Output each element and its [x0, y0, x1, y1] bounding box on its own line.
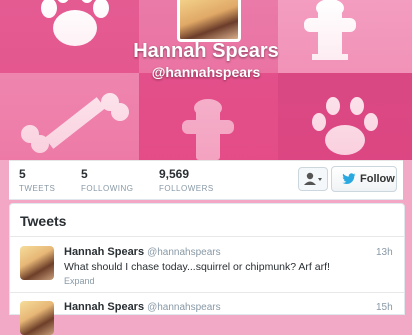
stat-value: 9,569 [159, 167, 190, 181]
tweet-avatar[interactable] [20, 246, 54, 280]
profile-avatar[interactable] [177, 0, 241, 42]
tweet-author[interactable]: Hannah Spears @hannahspears [64, 301, 221, 313]
profile-stats-bar: 5 TWEETS 5 FOLLOWING 9,569 FOLLOWERS Fol… [9, 160, 403, 200]
profile-handle: @hannahspears [151, 64, 261, 80]
stat-following[interactable]: 5 FOLLOWING [81, 167, 134, 193]
caret-down-icon [318, 178, 322, 181]
follow-button[interactable]: Follow [331, 166, 397, 192]
stat-value: 5 [19, 167, 26, 181]
follow-button-label: Follow [360, 173, 395, 185]
profile-name: Hannah Spears [133, 40, 279, 62]
stat-label: TWEETS [19, 184, 56, 193]
stat-followers[interactable]: 9,569 FOLLOWERS [159, 167, 214, 193]
twitter-bird-icon [342, 173, 356, 185]
divider [10, 236, 404, 237]
tweet-timestamp[interactable]: 13h [376, 247, 393, 258]
divider [10, 292, 404, 293]
tweet-author-handle: @hannahspears [147, 247, 221, 258]
tweet-author[interactable]: Hannah Spears @hannahspears [64, 246, 221, 258]
stat-label: FOLLOWERS [159, 184, 214, 193]
tweet-author-handle: @hannahspears [147, 302, 221, 313]
tweet-expand-link[interactable]: Expand [64, 276, 95, 286]
tweet-timestamp[interactable]: 15h [376, 302, 393, 313]
tweets-heading: Tweets [20, 213, 67, 229]
tweet-author-name: Hannah Spears [64, 246, 145, 258]
stat-tweets[interactable]: 5 TWEETS [19, 167, 55, 193]
profile-header: Hannah Spears @hannahspears [0, 0, 412, 160]
tweet-text: What should I chase today...squirrel or … [64, 261, 330, 273]
tweet-avatar[interactable] [20, 301, 54, 335]
stat-value: 5 [81, 167, 88, 181]
stat-label: FOLLOWING [81, 184, 134, 193]
person-icon [304, 172, 322, 185]
tweets-panel: Tweets Hannah Spears @hannahspears 13h Wh… [9, 203, 405, 335]
user-actions-dropdown-button[interactable] [298, 167, 328, 191]
tweet-author-name: Hannah Spears [64, 301, 145, 313]
